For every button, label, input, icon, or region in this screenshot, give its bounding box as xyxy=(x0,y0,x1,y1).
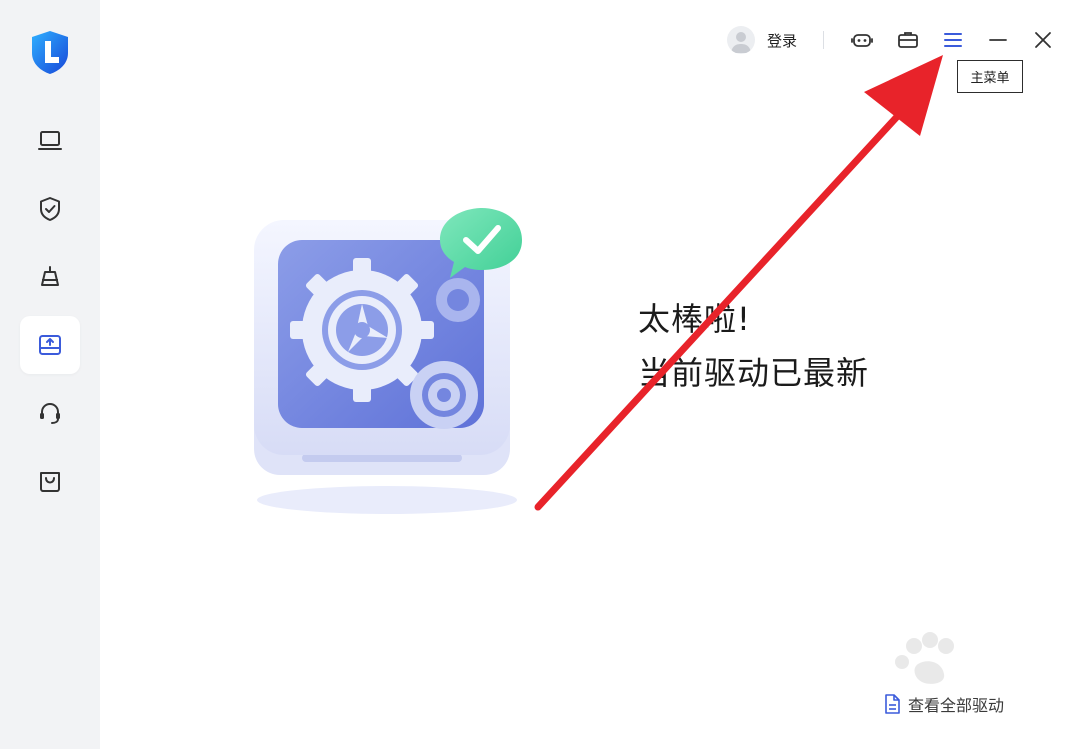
close-icon xyxy=(1035,32,1051,48)
app-logo-icon xyxy=(29,29,71,75)
divider xyxy=(823,31,824,49)
login-label: 登录 xyxy=(767,31,798,50)
result-title: 太棒啦! xyxy=(638,300,751,338)
close-button[interactable] xyxy=(1029,26,1057,54)
user-icon xyxy=(731,32,751,53)
sidebar-item-support[interactable] xyxy=(20,384,80,442)
toolbox-icon xyxy=(898,32,918,48)
toolbox-button[interactable] xyxy=(894,26,922,54)
hamburger-menu-icon xyxy=(944,33,962,47)
driver-update-icon xyxy=(39,335,61,355)
main-menu-tooltip: 主菜单 xyxy=(957,60,1023,93)
cleanup-bell-icon xyxy=(41,266,59,286)
document-icon xyxy=(885,694,900,714)
sidebar xyxy=(0,0,100,749)
title-bar: 登录 xyxy=(100,0,1067,80)
main-menu-button[interactable] xyxy=(939,26,967,54)
robot-icon xyxy=(851,34,873,47)
view-all-drivers-label: 查看全部驱动 xyxy=(908,696,1005,715)
sidebar-item-driver-update[interactable] xyxy=(20,316,80,374)
minimize-icon xyxy=(989,39,1007,41)
minimize-button[interactable] xyxy=(984,26,1012,54)
shopping-bag-icon xyxy=(40,472,60,492)
headset-icon xyxy=(40,402,60,424)
avatar xyxy=(727,26,755,54)
laptop-icon xyxy=(38,131,62,150)
sidebar-item-device[interactable] xyxy=(20,112,80,170)
sidebar-item-store[interactable] xyxy=(20,452,80,510)
login-button[interactable]: 登录 xyxy=(727,24,797,56)
assistant-button[interactable] xyxy=(848,26,876,54)
sidebar-item-security[interactable] xyxy=(20,180,80,238)
result-subtitle: 当前驱动已最新 xyxy=(638,354,870,392)
view-all-drivers-link[interactable]: 查看全部驱动 xyxy=(883,692,1004,716)
shield-check-icon xyxy=(40,197,60,221)
drivers-updated-illustration xyxy=(232,200,542,530)
sidebar-item-cleanup[interactable] xyxy=(20,248,80,306)
